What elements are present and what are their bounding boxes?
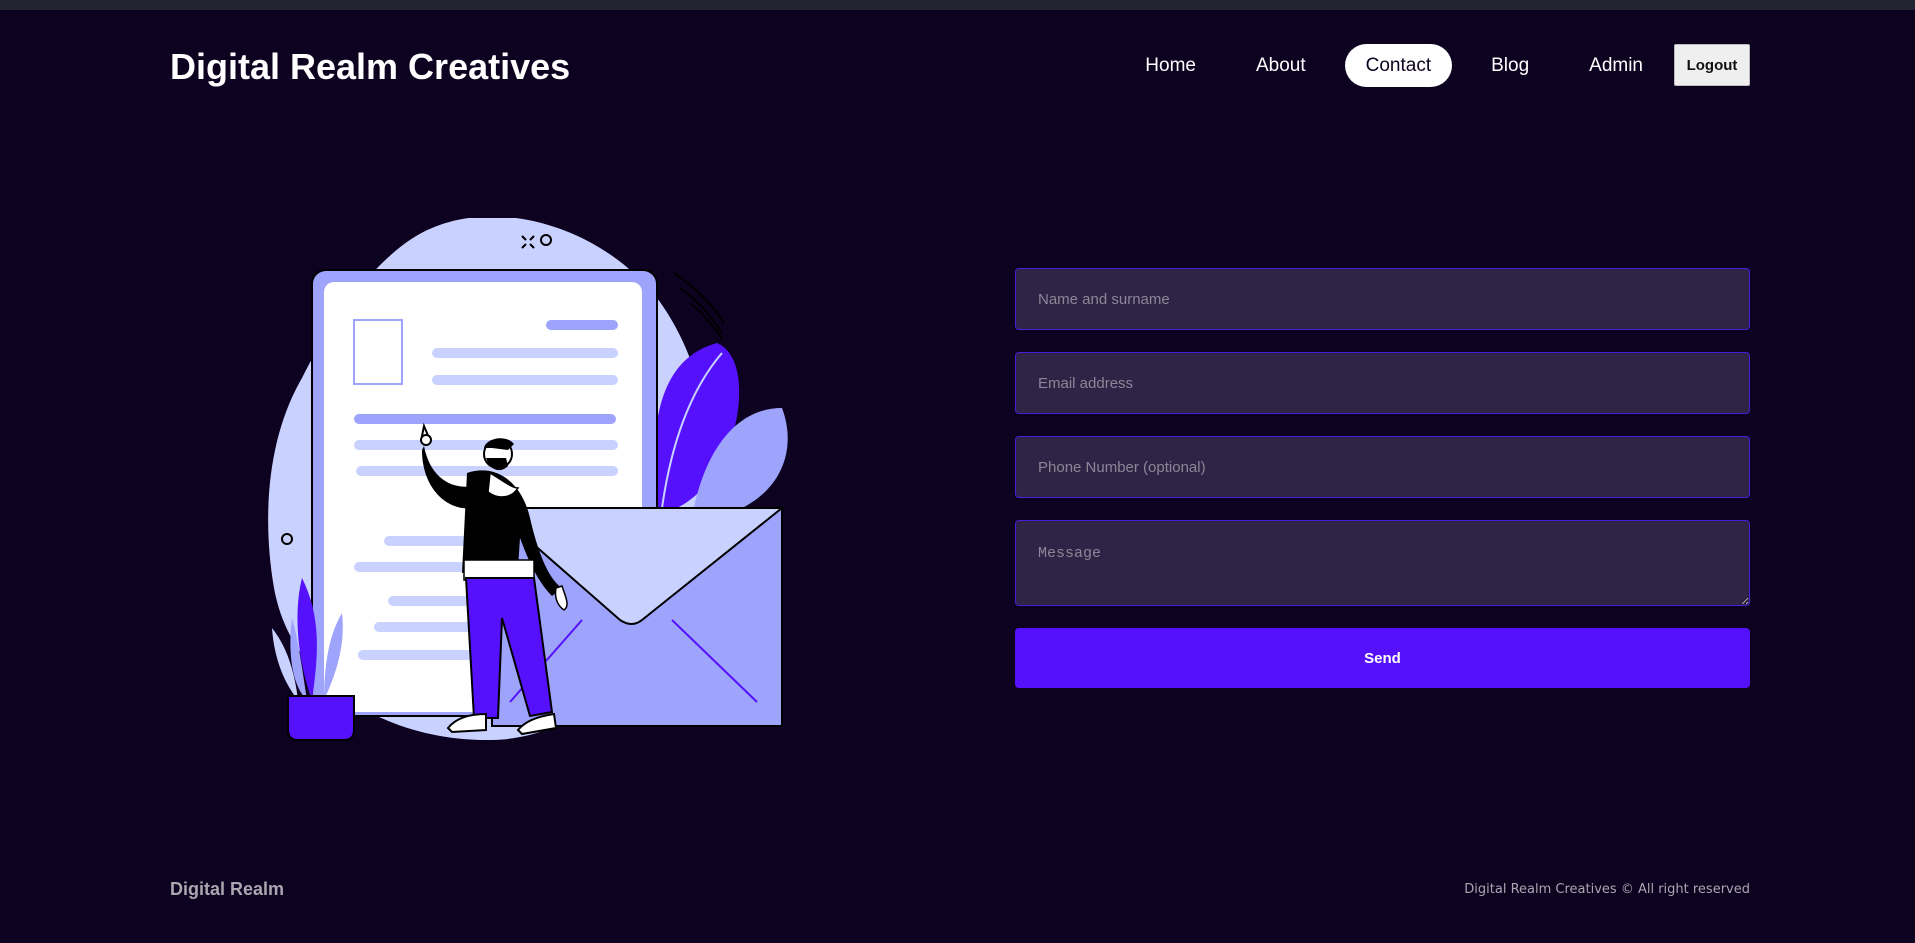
site-brand[interactable]: Digital Realm Creatives: [170, 46, 570, 88]
footer-brand: Digital Realm: [170, 879, 285, 899]
phone-input[interactable]: [1015, 436, 1750, 498]
contact-form: Send: [1015, 268, 1750, 688]
site-header: Digital Realm Creatives Home About Conta…: [170, 40, 1750, 90]
nav-home[interactable]: Home: [1124, 44, 1217, 87]
nav-blog[interactable]: Blog: [1470, 44, 1550, 87]
footer-copyright: Digital Realm Creatives © All right rese…: [1464, 882, 1750, 897]
send-button[interactable]: Send: [1015, 628, 1750, 688]
nav-about[interactable]: About: [1235, 44, 1327, 87]
browser-top-strip: [0, 0, 1915, 10]
message-textarea[interactable]: [1015, 520, 1750, 606]
contact-illustration: [262, 216, 802, 748]
email-input[interactable]: [1015, 352, 1750, 414]
nav-admin[interactable]: Admin: [1568, 44, 1664, 87]
main-nav: Home About Contact Blog Admin Logout: [1106, 43, 1750, 87]
nav-contact[interactable]: Contact: [1344, 43, 1453, 87]
name-input[interactable]: [1015, 268, 1750, 330]
logout-button[interactable]: Logout: [1674, 44, 1750, 86]
